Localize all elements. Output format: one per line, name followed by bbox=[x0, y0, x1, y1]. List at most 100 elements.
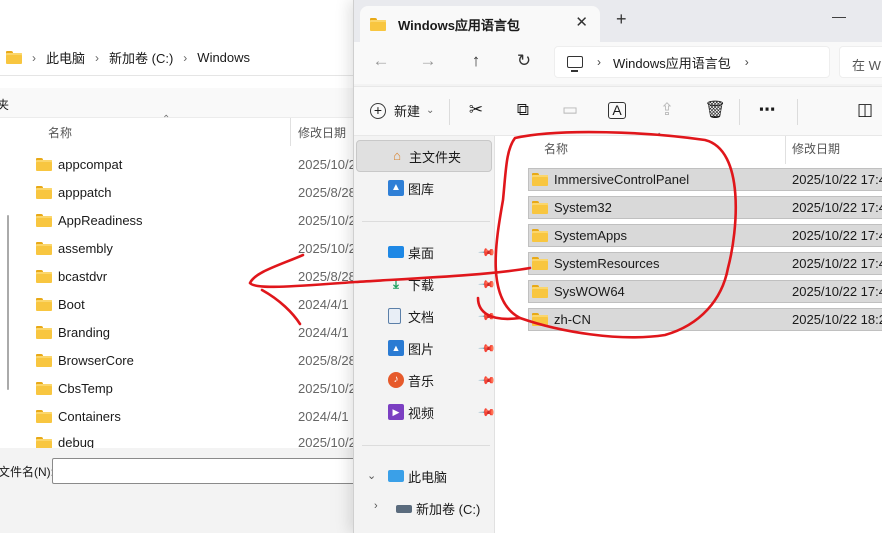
nav-item-label: 此电脑 bbox=[408, 469, 448, 485]
nav-item-label: 新加卷 (C:) bbox=[416, 501, 481, 517]
background-breadcrumb[interactable]: › 此电脑 › 新加卷 (C:) › Windows bbox=[0, 40, 360, 76]
this-pc-icon bbox=[388, 470, 404, 482]
list-item[interactable]: apppatch 2025/8/28 bbox=[36, 178, 360, 206]
folder-icon bbox=[532, 257, 548, 270]
list-item[interactable]: BrowserCore 2025/8/28 bbox=[36, 346, 360, 374]
table-row[interactable]: SystemApps 2025/10/22 17:4 bbox=[528, 224, 882, 247]
up-button[interactable]: ↑ bbox=[464, 51, 488, 71]
file-name: Containers bbox=[58, 408, 121, 424]
list-item[interactable]: appcompat 2025/10/2 bbox=[36, 150, 360, 178]
background-command-bar: 夹 bbox=[0, 88, 360, 118]
cut-icon[interactable]: ✂ bbox=[465, 100, 487, 120]
nav-item-music[interactable]: ♪ 音乐 📌 bbox=[356, 364, 496, 396]
paste-icon[interactable]: ▭ bbox=[559, 100, 581, 120]
folder-icon bbox=[36, 185, 52, 199]
file-name: appcompat bbox=[58, 156, 123, 172]
close-tab-icon[interactable]: ✕ bbox=[575, 13, 588, 31]
toolbar-divider bbox=[739, 99, 740, 125]
nav-item-label: 视频 bbox=[408, 405, 435, 421]
column-divider[interactable] bbox=[290, 118, 291, 146]
nav-divider bbox=[362, 221, 490, 222]
share-icon[interactable]: ⇪ bbox=[656, 100, 678, 120]
background-cmd-partial-label[interactable]: 夹 bbox=[0, 96, 9, 113]
list-item[interactable]: assembly 2025/10/2 bbox=[36, 234, 360, 262]
breadcrumb-separator: › bbox=[183, 50, 188, 65]
nav-item-pictures[interactable]: ▲ 图片 📌 bbox=[356, 332, 496, 364]
column-divider[interactable] bbox=[785, 136, 786, 164]
command-bar: + 新建 ⌄ ✂ ⧉ ▭ A ⇪ 🗑 ⋯ ◫ bbox=[354, 86, 882, 136]
sort-ascending-icon: ⌃ bbox=[655, 132, 664, 143]
folder-icon bbox=[36, 297, 52, 311]
file-date: 2025/10/2 bbox=[298, 212, 356, 228]
details-icon[interactable]: ◫ bbox=[854, 100, 876, 120]
table-row[interactable]: zh-CN 2025/10/22 18:2 bbox=[528, 308, 882, 331]
nav-item-home[interactable]: ⌂ 主文件夹 bbox=[356, 140, 492, 172]
background-column-date[interactable]: 修改日期 bbox=[298, 124, 346, 141]
videos-icon: ▶ bbox=[388, 404, 404, 420]
table-row[interactable]: System32 2025/10/22 17:4 bbox=[528, 196, 882, 219]
breadcrumb-this-pc[interactable]: 此电脑 bbox=[46, 48, 85, 67]
music-icon: ♪ bbox=[388, 372, 404, 388]
more-icon[interactable]: ⋯ bbox=[756, 100, 778, 120]
delete-icon[interactable]: 🗑 bbox=[704, 100, 726, 120]
file-date: 2025/10/22 18:2 bbox=[792, 312, 882, 327]
nav-item-videos[interactable]: ▶ 视频 📌 bbox=[356, 396, 496, 428]
background-column-name[interactable]: 名称 bbox=[48, 124, 72, 141]
table-row[interactable]: SystemResources 2025/10/22 17:4 bbox=[528, 252, 882, 275]
background-scrollbar[interactable] bbox=[7, 215, 9, 390]
breadcrumb-chevron-icon[interactable]: › bbox=[597, 55, 601, 69]
nav-item-downloads[interactable]: ⤓ 下载 📌 bbox=[356, 268, 495, 300]
list-item[interactable]: CbsTemp 2025/10/2 bbox=[36, 374, 360, 402]
nav-divider bbox=[362, 445, 490, 446]
forward-button[interactable]: → bbox=[416, 51, 440, 71]
breadcrumb-drive[interactable]: 新加卷 (C:) bbox=[109, 48, 173, 67]
list-item[interactable]: Branding 2024/4/1 bbox=[36, 318, 360, 346]
nav-item-desktop[interactable]: 桌面 📌 bbox=[356, 236, 496, 268]
folder-icon bbox=[532, 313, 548, 326]
column-header-name[interactable]: 名称 bbox=[544, 140, 568, 157]
list-item[interactable]: Boot 2024/4/1 bbox=[36, 290, 360, 318]
file-date: 2025/10/2 bbox=[298, 156, 356, 172]
plus-icon: + bbox=[370, 102, 386, 119]
list-item[interactable]: bcastdvr 2025/8/28 bbox=[36, 262, 360, 290]
copy-icon[interactable]: ⧉ bbox=[512, 100, 534, 120]
nav-item-documents[interactable]: 文档 📌 bbox=[356, 300, 496, 332]
file-date: 2025/8/28 bbox=[298, 352, 356, 368]
nav-item-drive-c[interactable]: 新加卷 (C:) bbox=[356, 492, 492, 524]
file-name: CbsTemp bbox=[58, 380, 113, 396]
file-name: SystemApps bbox=[554, 228, 627, 243]
file-date: 2025/10/2 bbox=[298, 435, 356, 448]
drive-icon bbox=[396, 505, 412, 513]
refresh-button[interactable]: ↻ bbox=[512, 51, 536, 71]
new-tab-button[interactable]: + bbox=[616, 9, 627, 30]
file-date: 2024/4/1 bbox=[298, 324, 349, 340]
file-name: ImmersiveControlPanel bbox=[554, 172, 690, 187]
column-header-date[interactable]: 修改日期 bbox=[792, 140, 840, 157]
file-date: 2024/4/1 bbox=[298, 296, 349, 312]
table-row[interactable]: ImmersiveControlPanel 2025/10/22 17:4 bbox=[528, 168, 882, 191]
rename-icon[interactable]: A bbox=[608, 102, 626, 119]
file-name: debug bbox=[58, 435, 95, 448]
navigation-bar: ← → ↑ ↻ › Windows应用语言包 › 在 W bbox=[354, 42, 882, 84]
file-date: 2025/10/22 17:4 bbox=[792, 228, 882, 243]
back-button[interactable]: ← bbox=[369, 51, 393, 71]
nav-item-label: 主文件夹 bbox=[409, 149, 462, 165]
minimize-button[interactable]: — bbox=[832, 8, 846, 24]
list-item[interactable]: AppReadiness 2025/10/2 bbox=[36, 206, 360, 234]
nav-item-this-pc[interactable]: 此电脑 bbox=[356, 460, 492, 492]
file-name: zh-CN bbox=[554, 312, 591, 327]
filename-input[interactable] bbox=[52, 458, 357, 484]
new-button[interactable]: + 新建 ⌄ bbox=[370, 101, 434, 120]
breadcrumb-chevron-icon[interactable]: › bbox=[745, 55, 749, 69]
search-box[interactable]: 在 W bbox=[839, 46, 882, 78]
breadcrumb-windows[interactable]: Windows bbox=[197, 50, 250, 65]
folder-icon bbox=[36, 157, 52, 171]
table-row[interactable]: SysWOW64 2025/10/22 17:4 bbox=[528, 280, 882, 303]
tab-active[interactable]: Windows应用语言包 ✕ bbox=[360, 6, 600, 42]
address-bar[interactable]: › Windows应用语言包 › bbox=[554, 46, 830, 78]
new-button-label: 新建 bbox=[394, 104, 421, 119]
address-segment[interactable]: Windows应用语言包 bbox=[613, 53, 731, 72]
list-item[interactable]: Containers 2024/4/1 bbox=[36, 402, 360, 430]
nav-item-gallery[interactable]: ▲ 图库 bbox=[356, 172, 492, 204]
list-item[interactable]: debug 2025/10/2 bbox=[36, 430, 360, 448]
